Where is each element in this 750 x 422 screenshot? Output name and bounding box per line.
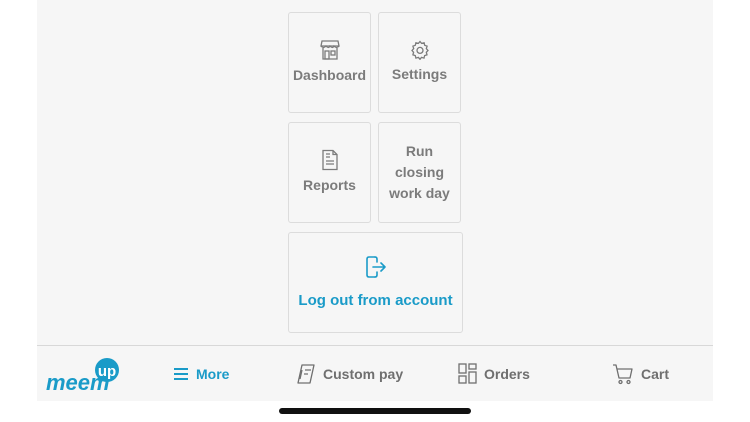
reports-tile[interactable]: Reports [288,122,371,223]
logout-icon [365,256,386,278]
store-icon [319,40,340,60]
meemup-logo: meem up [46,358,119,395]
gear-icon [410,40,429,60]
run-closing-label: Run closing work day [389,143,450,201]
nav-cart[interactable]: Cart [612,346,669,401]
nav-orders-label: Orders [484,365,530,382]
nav-orders[interactable]: Orders [458,346,530,401]
nav-custom-pay-label: Custom pay [323,365,404,382]
more-menu-screen [37,0,713,400]
logout-tile[interactable]: Log out from account [288,232,463,333]
bottom-navigation: meem up More Custom pay Orders Cart [37,345,713,401]
svg-text:up: up [98,363,116,380]
nav-more[interactable]: More [173,346,229,401]
grid-icon [458,363,477,384]
nav-custom-pay[interactable]: Custom pay [296,346,403,401]
dashboard-tile[interactable]: Dashboard [288,12,371,113]
cash-register-icon [297,363,315,384]
dashboard-label: Dashboard [292,67,367,83]
hamburger-icon [174,367,188,380]
cart-icon [613,363,633,384]
nav-cart-label: Cart [641,365,670,382]
reports-label: Reports [303,177,356,193]
run-closing-work-day-tile[interactable]: Run closing work day [378,122,461,223]
logout-label: Log out from account [298,292,453,309]
document-icon [321,149,338,171]
settings-label: Settings [391,66,448,82]
nav-more-label: More [196,365,230,382]
home-indicator [279,408,471,414]
settings-tile[interactable]: Settings [378,12,461,113]
